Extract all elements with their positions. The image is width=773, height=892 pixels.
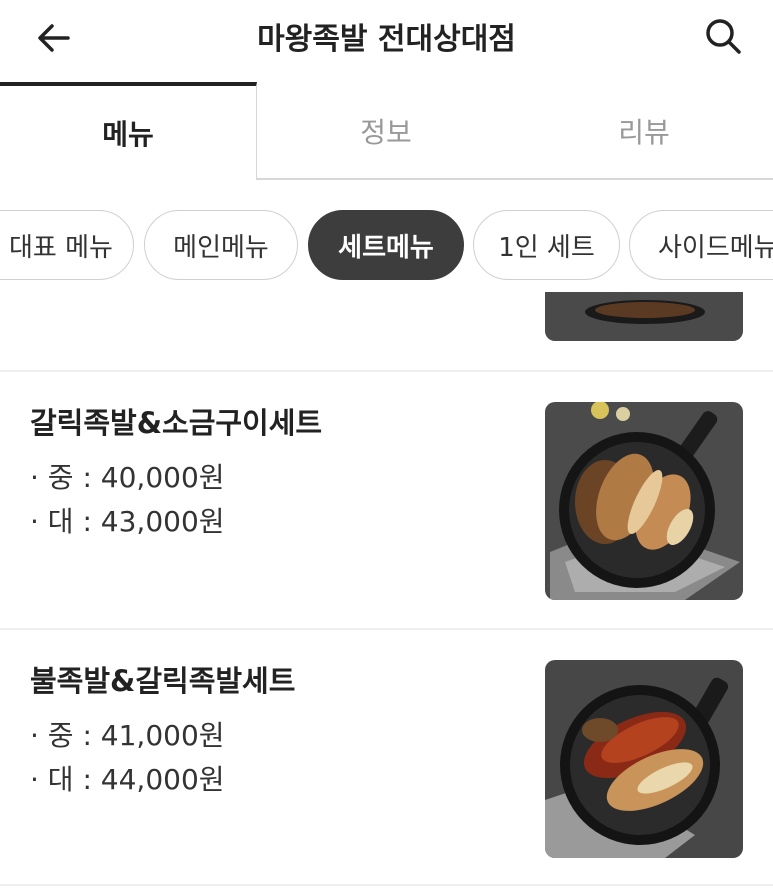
tab-reviews-label: 리뷰 xyxy=(618,116,670,149)
list-divider xyxy=(0,370,773,372)
chip-main-menu[interactable]: 메인메뉴 xyxy=(144,210,298,280)
tab-divider xyxy=(256,178,773,180)
tab-info-label: 정보 xyxy=(360,116,412,149)
menu-item-name: 불족발&갈릭족발세트 xyxy=(30,664,296,698)
list-divider xyxy=(0,884,773,886)
chip-label: 사이드메뉴 xyxy=(658,232,773,263)
tab-menu-label: 메뉴 xyxy=(102,118,154,151)
chip-signature-menu[interactable]: 대표 메뉴 xyxy=(0,210,134,280)
tab-info[interactable]: 정보 xyxy=(257,82,515,180)
tab-bar: 메뉴 정보 리뷰 xyxy=(0,82,773,182)
tab-menu[interactable]: 메뉴 xyxy=(0,82,257,180)
price-large: · 대 : 43,000원 xyxy=(30,505,225,538)
category-chip-bar[interactable]: 대표 메뉴 메인메뉴 세트메뉴 1인 세트 사이드메뉴 xyxy=(0,210,773,282)
price-medium: · 중 : 41,000원 xyxy=(30,719,225,752)
list-divider xyxy=(0,628,773,630)
store-title: 마왕족발 전대상대점 xyxy=(257,22,516,57)
tab-reviews[interactable]: 리뷰 xyxy=(515,82,773,180)
chip-label: 세트메뉴 xyxy=(338,232,434,263)
price-medium: · 중 : 40,000원 xyxy=(30,461,225,494)
menu-item-image xyxy=(545,660,743,858)
search-button[interactable] xyxy=(701,16,745,60)
menu-item-image xyxy=(545,402,743,600)
chip-set-menu[interactable]: 세트메뉴 xyxy=(308,210,464,280)
chip-side-menu[interactable]: 사이드메뉴 xyxy=(629,210,773,280)
search-icon xyxy=(703,16,743,60)
app-header: 마왕족발 전대상대점 xyxy=(0,0,773,80)
menu-item-name: 갈릭족발&소금구이세트 xyxy=(30,406,323,440)
previous-item-image[interactable] xyxy=(545,292,743,341)
chip-label: 메인메뉴 xyxy=(173,232,269,263)
price-large: · 대 : 44,000원 xyxy=(30,763,225,796)
chip-label: 대표 메뉴 xyxy=(9,232,113,263)
chip-label: 1인 세트 xyxy=(498,232,595,263)
chip-single-set[interactable]: 1인 세트 xyxy=(473,210,620,280)
